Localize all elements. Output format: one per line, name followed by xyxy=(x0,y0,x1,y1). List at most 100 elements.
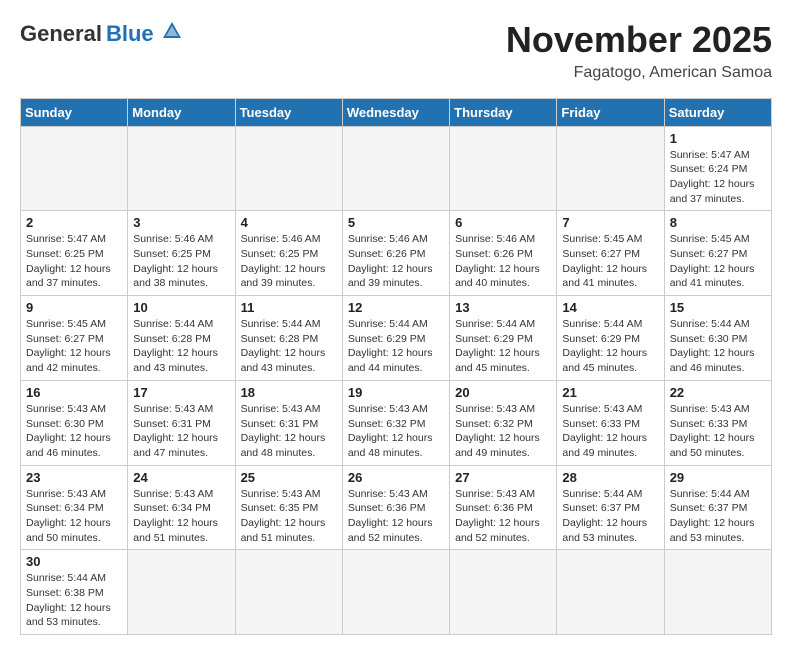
day-info: Sunrise: 5:43 AM Sunset: 6:31 PM Dayligh… xyxy=(241,402,337,461)
day-number: 10 xyxy=(133,300,229,315)
day-number: 27 xyxy=(455,470,551,485)
week-row-1: 2Sunrise: 5:47 AM Sunset: 6:25 PM Daylig… xyxy=(21,211,772,296)
day-number: 23 xyxy=(26,470,122,485)
day-header-sunday: Sunday xyxy=(21,98,128,126)
day-cell xyxy=(664,550,771,635)
day-cell: 8Sunrise: 5:45 AM Sunset: 6:27 PM Daylig… xyxy=(664,211,771,296)
week-row-3: 16 Sunrise: 5:43 AM Sunset: 6:30 PM Dayli… xyxy=(21,380,772,465)
day-number: 15 xyxy=(670,300,766,315)
title-area: November 2025 Fagatogo, American Samoa xyxy=(506,20,772,82)
month-title: November 2025 xyxy=(506,20,772,60)
week-row-0: 1 Sunrise: 5:47 AM Sunset: 6:24 PM Daylig… xyxy=(21,126,772,211)
day-cell xyxy=(342,126,449,211)
day-cell: 24Sunrise: 5:43 AM Sunset: 6:34 PM Dayli… xyxy=(128,465,235,550)
day-cell: 30 Sunrise: 5:44 AM Sunset: 6:38 PM Dayli… xyxy=(21,550,128,635)
day-cell: 4Sunrise: 5:46 AM Sunset: 6:25 PM Daylig… xyxy=(235,211,342,296)
day-header-tuesday: Tuesday xyxy=(235,98,342,126)
day-number: 9 xyxy=(26,300,122,315)
day-cell: 2Sunrise: 5:47 AM Sunset: 6:25 PM Daylig… xyxy=(21,211,128,296)
day-number: 6 xyxy=(455,215,551,230)
day-cell xyxy=(128,550,235,635)
day-number: 30 xyxy=(26,554,122,569)
day-cell: 22Sunrise: 5:43 AM Sunset: 6:33 PM Dayli… xyxy=(664,380,771,465)
day-info: Sunrise: 5:44 AM Sunset: 6:29 PM Dayligh… xyxy=(348,317,444,376)
calendar-body: 1 Sunrise: 5:47 AM Sunset: 6:24 PM Daylig… xyxy=(21,126,772,635)
day-number: 2 xyxy=(26,215,122,230)
day-cell xyxy=(128,126,235,211)
day-cell: 16 Sunrise: 5:43 AM Sunset: 6:30 PM Dayli… xyxy=(21,380,128,465)
day-cell: 19Sunrise: 5:43 AM Sunset: 6:32 PM Dayli… xyxy=(342,380,449,465)
day-cell xyxy=(21,126,128,211)
day-cell: 11 Sunrise: 5:44 AM Sunset: 6:28 PM Dayli… xyxy=(235,296,342,381)
header-row: SundayMondayTuesdayWednesdayThursdayFrid… xyxy=(21,98,772,126)
calendar-table: SundayMondayTuesdayWednesdayThursdayFrid… xyxy=(20,98,772,636)
day-cell: 13Sunrise: 5:44 AM Sunset: 6:29 PM Dayli… xyxy=(450,296,557,381)
logo-icon xyxy=(161,20,183,42)
day-cell xyxy=(235,550,342,635)
day-cell xyxy=(235,126,342,211)
day-number: 16 xyxy=(26,385,122,400)
day-info: Sunrise: 5:43 AM Sunset: 6:32 PM Dayligh… xyxy=(348,402,444,461)
day-info: Sunrise: 5:43 AM Sunset: 6:32 PM Dayligh… xyxy=(455,402,551,461)
day-cell: 3 Sunrise: 5:46 AM Sunset: 6:25 PM Daylig… xyxy=(128,211,235,296)
day-cell: 12 Sunrise: 5:44 AM Sunset: 6:29 PM Dayli… xyxy=(342,296,449,381)
day-cell: 5 Sunrise: 5:46 AM Sunset: 6:26 PM Daylig… xyxy=(342,211,449,296)
day-cell: 1 Sunrise: 5:47 AM Sunset: 6:24 PM Daylig… xyxy=(664,126,771,211)
day-info: Sunrise: 5:44 AM Sunset: 6:38 PM Dayligh… xyxy=(26,571,122,630)
logo-general: General xyxy=(20,21,102,47)
day-cell: 10 Sunrise: 5:44 AM Sunset: 6:28 PM Dayli… xyxy=(128,296,235,381)
day-number: 14 xyxy=(562,300,658,315)
day-cell xyxy=(450,550,557,635)
day-cell: 7Sunrise: 5:45 AM Sunset: 6:27 PM Daylig… xyxy=(557,211,664,296)
day-cell xyxy=(342,550,449,635)
day-number: 8 xyxy=(670,215,766,230)
location-title: Fagatogo, American Samoa xyxy=(506,64,772,82)
day-info: Sunrise: 5:44 AM Sunset: 6:37 PM Dayligh… xyxy=(670,487,766,546)
week-row-4: 23 Sunrise: 5:43 AM Sunset: 6:34 PM Dayli… xyxy=(21,465,772,550)
day-number: 25 xyxy=(241,470,337,485)
day-info: Sunrise: 5:44 AM Sunset: 6:28 PM Dayligh… xyxy=(241,317,337,376)
week-row-2: 9 Sunrise: 5:45 AM Sunset: 6:27 PM Daylig… xyxy=(21,296,772,381)
day-number: 11 xyxy=(241,300,337,315)
day-info: Sunrise: 5:44 AM Sunset: 6:37 PM Dayligh… xyxy=(562,487,658,546)
day-cell: 15 Sunrise: 5:44 AM Sunset: 6:30 PM Dayli… xyxy=(664,296,771,381)
day-info: Sunrise: 5:47 AM Sunset: 6:24 PM Dayligh… xyxy=(670,148,766,207)
day-cell: 23 Sunrise: 5:43 AM Sunset: 6:34 PM Dayli… xyxy=(21,465,128,550)
day-info: Sunrise: 5:43 AM Sunset: 6:31 PM Dayligh… xyxy=(133,402,229,461)
day-number: 29 xyxy=(670,470,766,485)
day-number: 12 xyxy=(348,300,444,315)
day-cell: 27Sunrise: 5:43 AM Sunset: 6:36 PM Dayli… xyxy=(450,465,557,550)
day-header-thursday: Thursday xyxy=(450,98,557,126)
day-header-wednesday: Wednesday xyxy=(342,98,449,126)
logo: General Blue xyxy=(20,20,183,47)
day-cell xyxy=(450,126,557,211)
day-cell: 20 Sunrise: 5:43 AM Sunset: 6:32 PM Dayli… xyxy=(450,380,557,465)
logo-area: General Blue xyxy=(20,20,183,47)
day-number: 13 xyxy=(455,300,551,315)
day-cell: 29 Sunrise: 5:44 AM Sunset: 6:37 PM Dayli… xyxy=(664,465,771,550)
day-number: 21 xyxy=(562,385,658,400)
day-number: 17 xyxy=(133,385,229,400)
day-number: 20 xyxy=(455,385,551,400)
day-cell: 17 Sunrise: 5:43 AM Sunset: 6:31 PM Dayli… xyxy=(128,380,235,465)
day-info: Sunrise: 5:43 AM Sunset: 6:30 PM Dayligh… xyxy=(26,402,122,461)
day-info: Sunrise: 5:44 AM Sunset: 6:30 PM Dayligh… xyxy=(670,317,766,376)
day-header-friday: Friday xyxy=(557,98,664,126)
day-number: 3 xyxy=(133,215,229,230)
day-info: Sunrise: 5:45 AM Sunset: 6:27 PM Dayligh… xyxy=(26,317,122,376)
day-info: Sunrise: 5:43 AM Sunset: 6:36 PM Dayligh… xyxy=(348,487,444,546)
day-info: Sunrise: 5:43 AM Sunset: 6:34 PM Dayligh… xyxy=(133,487,229,546)
day-cell xyxy=(557,126,664,211)
day-info: Sunrise: 5:43 AM Sunset: 6:33 PM Dayligh… xyxy=(670,402,766,461)
day-info: Sunrise: 5:43 AM Sunset: 6:35 PM Dayligh… xyxy=(241,487,337,546)
day-info: Sunrise: 5:46 AM Sunset: 6:26 PM Dayligh… xyxy=(348,232,444,291)
day-number: 26 xyxy=(348,470,444,485)
day-info: Sunrise: 5:46 AM Sunset: 6:25 PM Dayligh… xyxy=(133,232,229,291)
day-info: Sunrise: 5:44 AM Sunset: 6:28 PM Dayligh… xyxy=(133,317,229,376)
day-number: 5 xyxy=(348,215,444,230)
calendar-header: SundayMondayTuesdayWednesdayThursdayFrid… xyxy=(21,98,772,126)
day-info: Sunrise: 5:43 AM Sunset: 6:34 PM Dayligh… xyxy=(26,487,122,546)
day-cell: 14Sunrise: 5:44 AM Sunset: 6:29 PM Dayli… xyxy=(557,296,664,381)
day-number: 1 xyxy=(670,131,766,146)
day-cell: 21Sunrise: 5:43 AM Sunset: 6:33 PM Dayli… xyxy=(557,380,664,465)
